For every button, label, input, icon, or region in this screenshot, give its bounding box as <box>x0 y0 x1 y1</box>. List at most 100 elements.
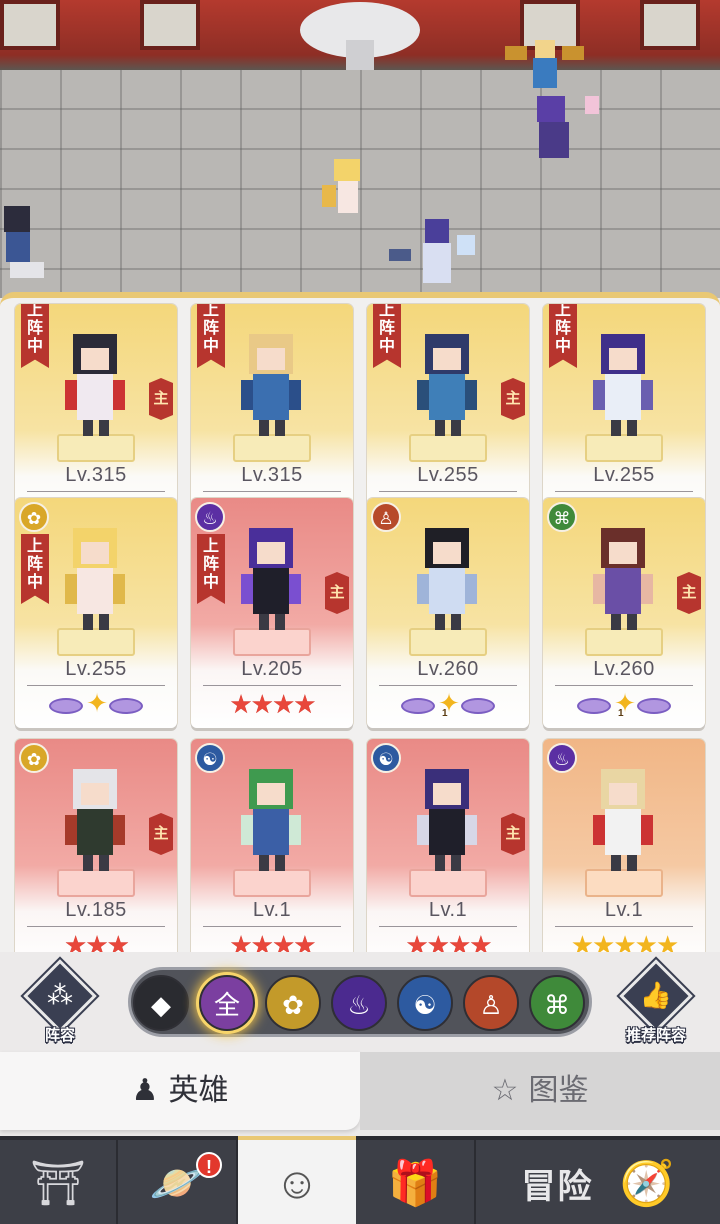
wing-rank-number: 1 <box>618 708 623 719</box>
star-rating: ★★★ <box>64 930 130 952</box>
hero-level: Lv.1 <box>428 899 468 921</box>
hero-portrait <box>417 769 477 871</box>
in-lineup-tag: 上阵中 <box>549 304 577 368</box>
bottom-nav: ⛩ 🪐 ! ☺ 🎁 冒险 🧭 <box>0 1136 720 1224</box>
tab-heroes-label: 英雄 <box>168 1074 229 1107</box>
card-divider <box>27 685 165 686</box>
card-divider <box>203 491 341 492</box>
nav-heroes[interactable]: ☺ <box>238 1136 356 1224</box>
main-force-badge: 主力 <box>149 813 173 855</box>
card-divider <box>27 491 165 492</box>
flame-element-icon: ♨ <box>547 743 577 773</box>
in-lineup-tag: 上阵中 <box>21 534 49 604</box>
all-filter[interactable]: 全 <box>199 975 255 1031</box>
element-filter-pill: ◆ 全 ✿ ♨ ☯ ♙ ⌘ <box>128 967 592 1037</box>
main-force-badge: 主力 <box>677 572 701 614</box>
star-book-icon: ☆ <box>491 1074 519 1107</box>
hero-portrait <box>65 334 125 436</box>
card-divider <box>555 491 693 492</box>
hero-silhouette-icon: ♟ <box>131 1074 159 1107</box>
temple-window <box>140 0 200 50</box>
hero-card[interactable]: ☯ 主力 Lv.1 ★★★★ <box>367 739 529 952</box>
thumbs-up-icon: 👍 <box>639 980 673 1010</box>
helix-filter-icon[interactable]: ⌘ <box>529 975 585 1031</box>
hero-level: Lv.315 <box>65 464 127 486</box>
meditate-filter-icon[interactable]: ♙ <box>463 975 519 1031</box>
main-force-badge: 主力 <box>325 572 349 614</box>
flame-element-icon: ♨ <box>195 502 225 532</box>
swirl-element-icon: ☯ <box>371 743 401 773</box>
hero-roster-panel: 上阵中主力Lv.315✦2上阵中Lv.315✦2上阵中主力Lv.255✦上阵中L… <box>0 292 720 952</box>
in-lineup-tag: 上阵中 <box>21 304 49 368</box>
swirl-filter-icon[interactable]: ☯ <box>397 975 453 1031</box>
compass-icon: 🧭 <box>619 1159 675 1208</box>
notification-badge: ! <box>196 1152 222 1178</box>
hero-level: Lv.1 <box>604 899 644 921</box>
adventure-label: 冒险 <box>521 1168 594 1206</box>
hero-portrait <box>241 769 301 871</box>
formation-icon: ⁂ <box>47 980 73 1010</box>
tab-codex-label: 图鉴 <box>528 1074 589 1107</box>
main-force-badge: 主力 <box>149 378 173 420</box>
card-divider <box>555 685 693 686</box>
wing-rank-number: 1 <box>442 708 447 719</box>
nav-planet[interactable]: 🪐 ! <box>118 1140 238 1224</box>
card-divider <box>555 926 693 927</box>
hero-sprite <box>389 219 475 283</box>
hero-level: Lv.260 <box>593 658 655 680</box>
hero-portrait <box>241 334 301 436</box>
flame-filter-icon[interactable]: ♨ <box>331 975 387 1031</box>
recommended-formation-button[interactable]: 👍 推荐阵容 <box>616 959 696 1044</box>
in-lineup-tag: 上阵中 <box>373 304 401 368</box>
hero-card[interactable]: ♨ Lv.1 ★★★★★ <box>543 739 705 952</box>
filter-bar: ⁂ 阵容 ◆ 全 ✿ ♨ ☯ ♙ ⌘ 👍 推荐阵容 <box>0 952 720 1052</box>
hero-level: Lv.255 <box>417 464 479 486</box>
nav-adventure[interactable]: 冒险 🧭 <box>476 1140 720 1224</box>
hero-portrait <box>593 334 653 436</box>
temple-window <box>640 0 700 50</box>
hero-card[interactable]: ♙ Lv.260 ✦ 1 <box>367 498 529 728</box>
hero-level: Lv.205 <box>241 658 303 680</box>
star-rating: ★★★★★ <box>570 930 680 952</box>
main-force-badge: 主力 <box>501 813 525 855</box>
card-divider <box>379 491 517 492</box>
hero-level: Lv.185 <box>65 899 127 921</box>
lotus-element-icon: ✿ <box>19 502 49 532</box>
enemy-sprite <box>537 96 599 158</box>
nav-gacha-box[interactable]: 🎁 <box>356 1140 476 1224</box>
tab-bar: ♟ 英雄 ☆ 图鉴 <box>0 1052 720 1136</box>
formation-type-icon[interactable]: ◆ <box>133 975 189 1031</box>
card-divider <box>203 685 341 686</box>
card-divider <box>379 926 517 927</box>
swirl-element-icon: ☯ <box>195 743 225 773</box>
star-rating: ★★★★ <box>229 930 316 952</box>
lotus-filter-icon[interactable]: ✿ <box>265 975 321 1031</box>
hero-card[interactable]: ♨ 上阵中主力 Lv.205 ★★★★ <box>191 498 353 728</box>
wing-rank-icon: ✦ <box>15 688 177 720</box>
hero-level: Lv.1 <box>252 899 292 921</box>
hero-portrait <box>65 528 125 630</box>
hero-portrait <box>241 528 301 630</box>
hero-level: Lv.260 <box>417 658 479 680</box>
tab-heroes[interactable]: ♟ 英雄 <box>0 1052 360 1130</box>
hero-card[interactable]: ✿ 主力 Lv.185 ★★★ <box>15 739 177 952</box>
recommended-formation-label: 推荐阵容 <box>625 1027 686 1044</box>
tab-codex[interactable]: ☆ 图鉴 <box>360 1052 720 1130</box>
hero-card[interactable]: ✿ 上阵中 Lv.255 ✦ <box>15 498 177 728</box>
card-divider <box>379 685 517 686</box>
hero-portrait <box>65 769 125 871</box>
hero-sprite <box>4 206 44 278</box>
temple-icon: ⛩ <box>30 1159 86 1208</box>
star-rating: ★★★★ <box>229 689 316 719</box>
hero-card[interactable]: ⌘ 主力 Lv.260 ✦ 1 <box>543 498 705 728</box>
lotus-element-icon: ✿ <box>19 743 49 773</box>
hero-card[interactable]: ☯ Lv.1 ★★★★ <box>191 739 353 952</box>
card-divider <box>203 926 341 927</box>
formation-button[interactable]: ⁂ 阵容 <box>20 959 100 1044</box>
nav-temple[interactable]: ⛩ <box>0 1140 118 1224</box>
temple-window <box>0 0 60 50</box>
battle-scene <box>0 0 720 298</box>
in-lineup-tag: 上阵中 <box>197 534 225 604</box>
hero-level: Lv.315 <box>241 464 303 486</box>
hero-portrait <box>593 769 653 871</box>
